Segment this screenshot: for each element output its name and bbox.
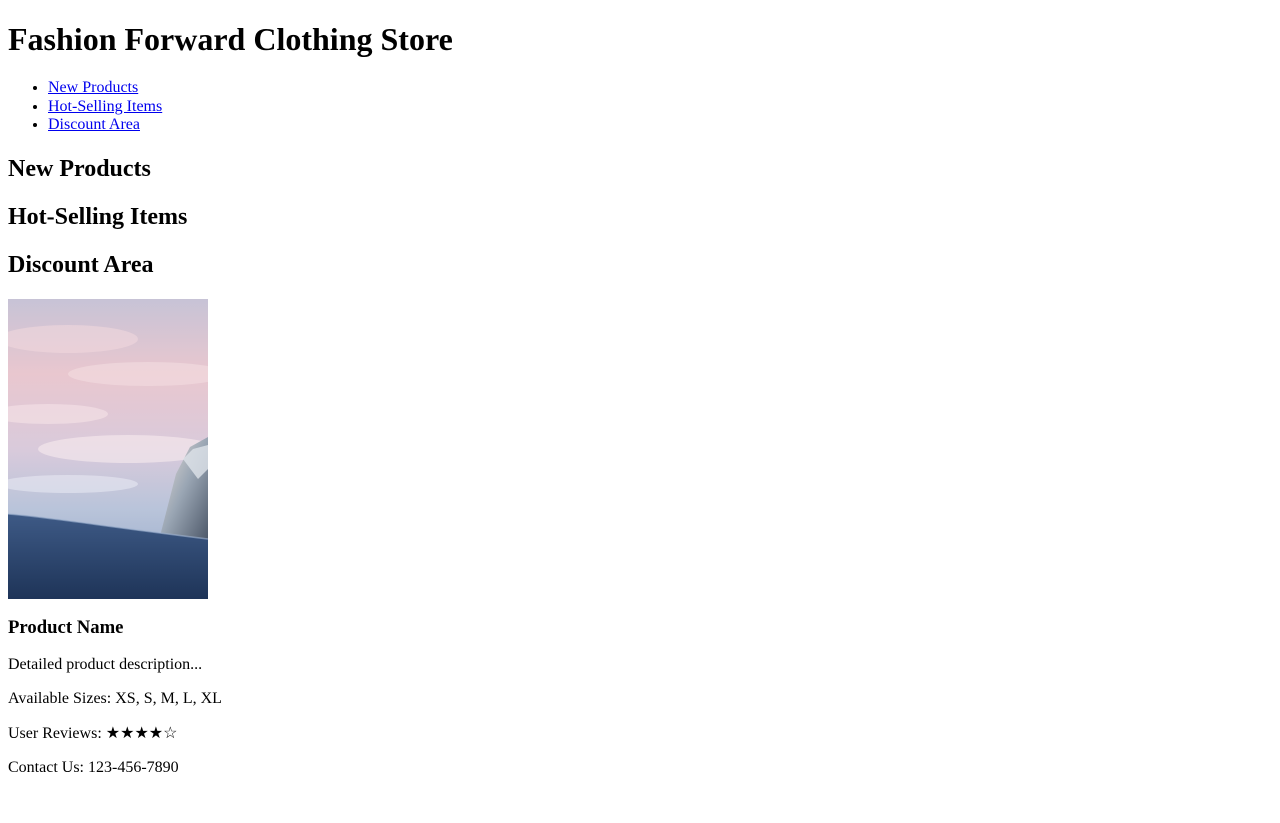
product-image	[8, 298, 208, 599]
page: Fashion Forward Clothing Store New Produ…	[0, 21, 1280, 778]
nav-item-new-products: New Products	[48, 79, 1272, 98]
product-reviews: User Reviews: ★★★★☆	[8, 725, 1272, 744]
store-title: Fashion Forward Clothing Store	[8, 21, 453, 57]
product-sizes: Available Sizes: XS, S, M, L, XL	[8, 690, 1272, 709]
star-rating-icon: ★★★★☆	[105, 724, 178, 742]
nav-item-hot-selling: Hot-Selling Items	[48, 98, 1272, 117]
main-nav: New Products Hot-Selling Items Discount …	[8, 79, 1272, 135]
nav-link-discount[interactable]: Discount Area	[48, 116, 140, 133]
sizes-label: Available Sizes:	[8, 690, 116, 707]
product-name: Product Name	[8, 616, 124, 638]
nav-link-hot-selling[interactable]: Hot-Selling Items	[48, 98, 162, 115]
product-description: Detailed product description...	[8, 655, 203, 673]
contact-phone: 123-456-7890	[88, 759, 179, 776]
section-heading-new-products: New Products	[8, 155, 151, 182]
contact-info: Contact Us: 123-456-7890	[8, 759, 1272, 778]
product-card: Product Name Detailed product descriptio…	[8, 298, 1272, 778]
nav-link-new-products[interactable]: New Products	[48, 79, 138, 96]
section-heading-hot-selling: Hot-Selling Items	[8, 203, 188, 230]
section-heading-discount: Discount Area	[8, 251, 154, 278]
reviews-label: User Reviews:	[8, 724, 106, 742]
nav-item-discount: Discount Area	[48, 116, 1272, 135]
sizes-value: XS, S, M, L, XL	[115, 690, 222, 707]
contact-label: Contact Us:	[8, 759, 88, 776]
